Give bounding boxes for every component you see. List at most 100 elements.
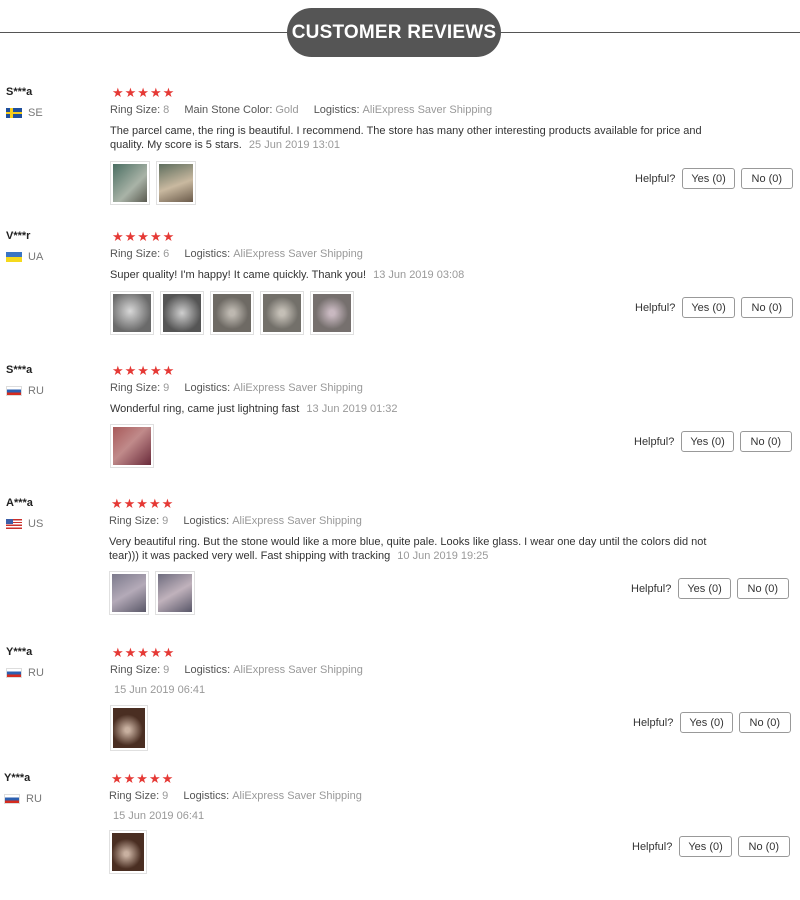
review-date: 10 Jun 2019 19:25 (397, 550, 489, 562)
review-meta: Ring Size: 9 Logistics: AliExpress Saver S… (110, 664, 375, 676)
ring-size-value: 9 (163, 664, 170, 676)
ring-size-label: Ring Size: (110, 382, 161, 394)
helpful-label: Helpful? (635, 301, 676, 314)
review-body: Very beautiful ring. But the stone would… (109, 535, 709, 563)
logistics-value: AliExpress Saver Shipping (233, 248, 363, 260)
helpful-yes-button[interactable]: Yes (0) (681, 431, 734, 452)
review-photo-thumbnail[interactable] (155, 571, 195, 615)
country-code: US (28, 518, 44, 530)
ring-photo-1 (112, 574, 146, 612)
logistics-label: Logistics: (184, 382, 231, 394)
review-photos (109, 830, 153, 874)
reviewer-name: S***a (6, 364, 33, 376)
helpful-votes: Helpful? Yes (0) No (0) (635, 168, 793, 189)
review-meta: Ring Size: 8 Main Stone Color: Gold Logist… (110, 104, 504, 116)
review-photos (110, 705, 154, 751)
review-photo-thumbnail[interactable] (109, 830, 147, 874)
review-photo-thumbnail[interactable] (109, 571, 149, 615)
ring-photo-3 (213, 294, 251, 332)
helpful-yes-button[interactable]: Yes (0) (679, 836, 732, 857)
usa-flag-icon (6, 519, 22, 529)
ring-size-label: Ring Size: (109, 790, 160, 802)
country-code: RU (26, 793, 42, 805)
review-photo-thumbnail[interactable] (110, 291, 154, 335)
helpful-no-button[interactable]: No (0) (739, 431, 792, 452)
ring-photo-1 (113, 164, 147, 202)
review-photo-thumbnail[interactable] (260, 291, 304, 335)
ring-photo-1 (113, 427, 151, 465)
review-meta: Ring Size: 9 Logistics: AliExpress Saver S… (109, 790, 374, 802)
helpful-yes-button[interactable]: Yes (0) (682, 297, 735, 318)
star-rating: ★★★★★ (111, 771, 175, 786)
review-date: 25 Jun 2019 13:01 (248, 139, 341, 151)
reviewer-country: RU (6, 667, 44, 679)
country-code: SE (28, 107, 43, 119)
ring-photo-1 (112, 833, 144, 871)
reviews-header: CUSTOMER REVIEWS (0, 0, 800, 62)
ring-size-label: Ring Size: (110, 248, 161, 260)
logistics-value: AliExpress Saver Shipping (233, 664, 363, 676)
helpful-label: Helpful? (632, 840, 673, 853)
review-date: 15 Jun 2019 06:41 (114, 684, 206, 696)
review-photos (110, 161, 202, 205)
review-text: Super quality! I'm happy! It came quickl… (110, 269, 367, 281)
review-photo-thumbnail[interactable] (160, 291, 204, 335)
review-photos (110, 424, 160, 468)
logistics-value: AliExpress Saver Shipping (232, 515, 362, 527)
helpful-no-button[interactable]: No (0) (740, 297, 793, 318)
review-photo-thumbnail[interactable] (110, 424, 154, 468)
reviewer-country: US (6, 518, 43, 530)
ring-size-value: 9 (162, 515, 169, 527)
review-date: 15 Jun 2019 06:41 (113, 810, 205, 822)
ring-size-value: 9 (162, 790, 169, 802)
review-text: Wonderful ring, came just lightning fast (110, 403, 300, 415)
ring-photo-2 (163, 294, 201, 332)
russia-flag-icon (6, 386, 22, 396)
review-date: 13 Jun 2019 01:32 (306, 403, 398, 415)
review-meta: Ring Size: 9 Logistics: AliExpress Saver S… (110, 382, 375, 394)
helpful-votes: Helpful? Yes (0) No (0) (634, 431, 792, 452)
helpful-no-button[interactable]: No (0) (740, 168, 793, 189)
main-stone-color-label: Main Stone Color: (184, 104, 273, 116)
logistics-label: Logistics: (184, 664, 231, 676)
ring-photo-2 (159, 164, 193, 202)
helpful-label: Helpful? (633, 716, 674, 729)
logistics-value: AliExpress Saver Shipping (233, 382, 363, 394)
logistics-value: AliExpress Saver Shipping (362, 104, 493, 116)
helpful-label: Helpful? (631, 582, 672, 595)
review-photo-thumbnail[interactable] (110, 161, 150, 205)
ring-size-value: 6 (163, 248, 170, 260)
ring-size-label: Ring Size: (110, 664, 161, 676)
review-photo-thumbnail[interactable] (210, 291, 254, 335)
helpful-yes-button[interactable]: Yes (0) (680, 712, 733, 733)
ukraine-flag-icon (6, 252, 22, 262)
review-photo-thumbnail[interactable] (110, 705, 148, 751)
logistics-label: Logistics: (183, 790, 230, 802)
review-body: The parcel came, the ring is beautiful. … (110, 124, 710, 152)
helpful-no-button[interactable]: No (0) (736, 578, 789, 599)
reviewer-country: RU (4, 793, 42, 805)
logistics-label: Logistics: (313, 104, 360, 116)
logistics-label: Logistics: (184, 248, 231, 260)
helpful-label: Helpful? (634, 435, 675, 448)
reviewer-country: UA (6, 251, 43, 263)
country-code: UA (28, 251, 44, 263)
russia-flag-icon (4, 794, 20, 804)
russia-flag-icon (6, 668, 22, 678)
reviewer-name: A***a (6, 497, 33, 509)
reviewer-name: Y***a (4, 772, 31, 784)
helpful-no-button[interactable]: No (0) (738, 712, 791, 733)
ring-size-value: 9 (163, 382, 170, 394)
helpful-no-button[interactable]: No (0) (737, 836, 790, 857)
ring-size-label: Ring Size: (109, 515, 160, 527)
helpful-yes-button[interactable]: Yes (0) (678, 578, 731, 599)
star-rating: ★★★★★ (112, 229, 176, 244)
helpful-votes: Helpful? Yes (0) No (0) (633, 712, 791, 733)
review-photo-thumbnail[interactable] (310, 291, 354, 335)
star-rating: ★★★★★ (112, 645, 176, 660)
ring-photo-1 (113, 294, 151, 332)
review-photo-thumbnail[interactable] (156, 161, 196, 205)
ring-size-label: Ring Size: (110, 104, 161, 116)
helpful-yes-button[interactable]: Yes (0) (682, 168, 735, 189)
review-text: The parcel came, the ring is beautiful. … (110, 125, 702, 151)
